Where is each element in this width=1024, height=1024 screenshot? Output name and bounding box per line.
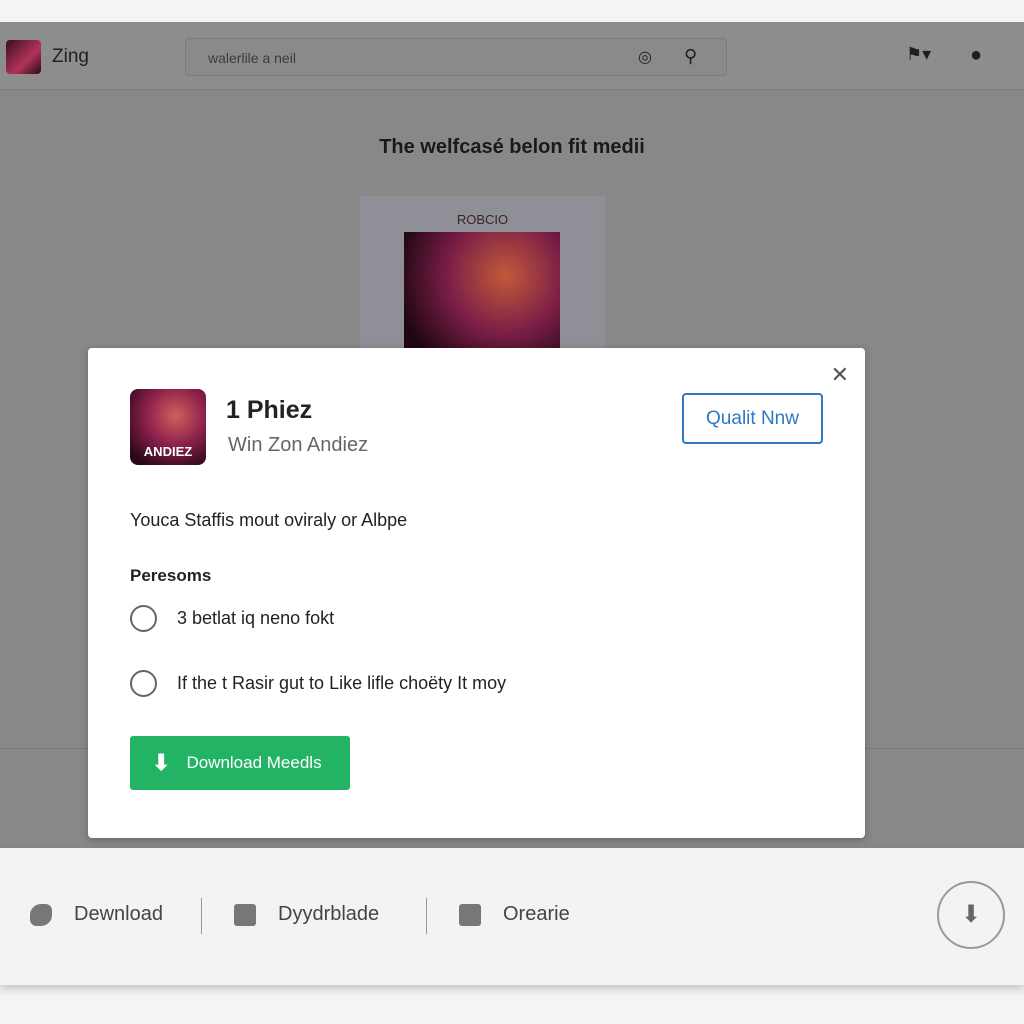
separator xyxy=(426,898,427,934)
header: Zing walerlile a neil ◎ ⚲ ⚑▾ ● ⋮ xyxy=(0,22,1024,90)
image-icon xyxy=(234,903,256,926)
option-2[interactable]: If the t Rasir gut to Like lifle choëty … xyxy=(130,670,506,697)
separator xyxy=(201,898,202,934)
shield-icon[interactable]: ◎ xyxy=(638,47,652,67)
radio-button[interactable] xyxy=(130,670,157,697)
download-icon: ⬇ xyxy=(960,901,982,928)
page-headline: The welfcasé belon fit medii xyxy=(379,136,645,158)
radio-button[interactable] xyxy=(130,605,157,632)
bottom-bar: Dewnload Dyydrblade Orearie ⬇ xyxy=(0,848,1024,985)
bottom-item-label: Orearie xyxy=(503,903,570,925)
dialog-title: 1 Phiez xyxy=(226,396,313,424)
bottom-item-3[interactable]: Orearie xyxy=(459,903,570,926)
cover-label: ROBCIO xyxy=(456,212,509,227)
search-icon[interactable]: ⚲ xyxy=(684,46,697,67)
bottom-item-label: Dewnload xyxy=(74,903,163,925)
search-placeholder: walerlile a neil xyxy=(208,50,296,66)
option-label: If the t Rasir gut to Like lifle choëty … xyxy=(177,673,507,693)
dialog-subtitle: Win Zon Andiez xyxy=(228,434,369,456)
download-dialog: ✕ ANDIEZ 1 Phiez Win Zon Andiez Qualit N… xyxy=(88,348,865,838)
download-circle-button[interactable]: ⬇ xyxy=(937,881,1005,949)
album-thumbnail: ANDIEZ xyxy=(130,389,206,465)
app-logo[interactable] xyxy=(6,40,41,74)
download-arrow-icon: ⬇ xyxy=(152,750,171,775)
bottom-item-2[interactable]: Dyydrblade xyxy=(234,903,379,926)
download-label: Download Meedls xyxy=(186,753,322,772)
info-icon[interactable]: ● xyxy=(970,44,982,67)
option-label: 3 betlat iq neno fokt xyxy=(177,608,335,628)
user-icon xyxy=(459,903,481,926)
section-label: Peresoms xyxy=(130,566,212,585)
option-1[interactable]: 3 betlat iq neno fokt xyxy=(130,605,334,632)
quality-button[interactable]: Qualit Nnw xyxy=(682,393,823,444)
media-cover: ROBCIO xyxy=(360,196,605,356)
thumb-label: ANDIEZ xyxy=(143,444,193,459)
bottom-item-download[interactable]: Dewnload xyxy=(30,903,163,926)
search-input[interactable]: walerlile a neil ◎ ⚲ xyxy=(185,38,727,76)
cover-art xyxy=(404,232,560,356)
dialog-description: Youca Staffis mout oviraly or Albpe xyxy=(130,510,408,530)
download-button[interactable]: ⬇ Download Meedls xyxy=(130,736,350,790)
bottom-item-label: Dyydrblade xyxy=(278,903,380,925)
brand-name: Zing xyxy=(52,46,89,67)
more-icon[interactable]: ⋮ xyxy=(1016,42,1024,63)
puzzle-icon xyxy=(30,903,52,926)
close-icon[interactable]: ✕ xyxy=(831,362,849,388)
flag-icon[interactable]: ⚑▾ xyxy=(906,44,931,65)
